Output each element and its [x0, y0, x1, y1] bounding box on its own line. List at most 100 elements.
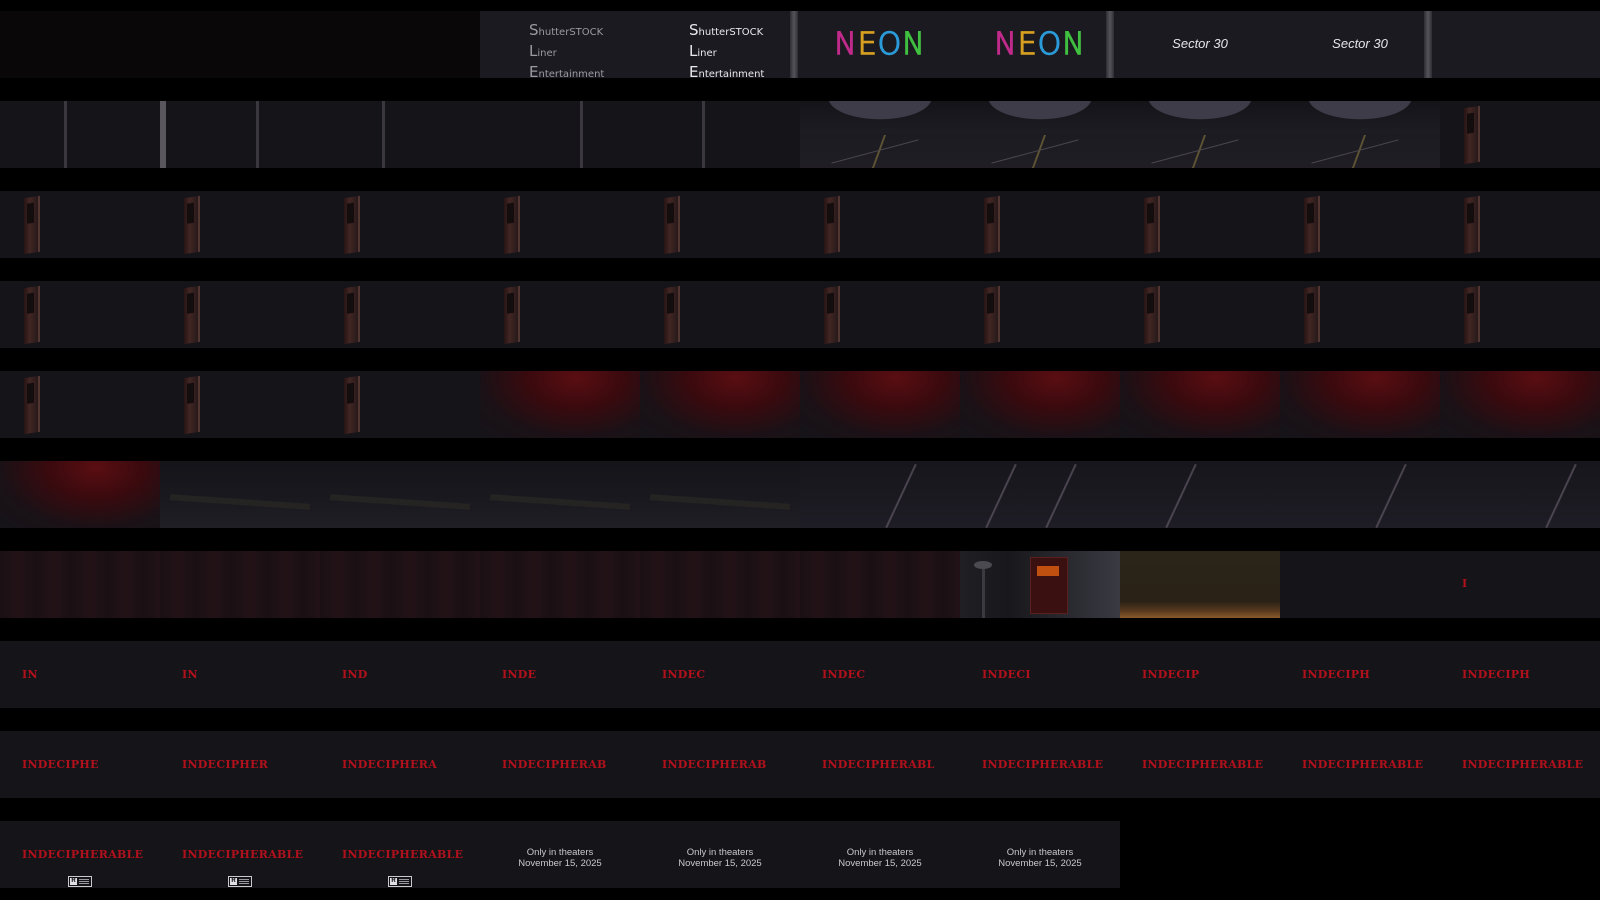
- frame-title: INDECIPHERABLE: [960, 731, 1120, 798]
- frame-door: [0, 281, 160, 348]
- release-text: Only in theaters November 15, 2025: [998, 847, 1082, 869]
- sector-logo: Sector 30: [1332, 36, 1388, 51]
- frame-door: [1280, 281, 1440, 348]
- frame-seats: [640, 461, 800, 528]
- frame-door: [640, 191, 800, 258]
- frame-door: [1440, 101, 1600, 168]
- neon-logo: NEON: [994, 26, 1086, 62]
- title-text: INDECIPHERABLE: [1302, 758, 1424, 771]
- frame-title: IND: [320, 641, 480, 708]
- frame-curtain: [640, 551, 800, 618]
- frame-sector-logo: Sector 30: [1280, 11, 1440, 78]
- frame-curtain: [320, 551, 480, 618]
- frame-door: [480, 191, 640, 258]
- title-text: INDECIPHERABLE: [342, 848, 464, 861]
- frame-seats: [480, 461, 640, 528]
- frame-shutterstock-logo: ShutterSTOCK Liner Entertainment: [480, 11, 640, 78]
- frame-title-rated: INDECIPHERABLE R: [160, 821, 320, 888]
- frame-door: [1120, 191, 1280, 258]
- frame-empty: [1440, 11, 1600, 78]
- frame-title-mark: I: [1440, 551, 1600, 618]
- frame-door: [320, 191, 480, 258]
- frame-title: INDECIPHERA: [320, 731, 480, 798]
- title-text: INDECIPHE: [22, 758, 99, 771]
- frame-title: INDECIPHERAB: [480, 731, 640, 798]
- title-text: INDECIPH: [1462, 668, 1531, 681]
- frame-seats: [320, 461, 480, 528]
- frame-neon-logo: NEON: [960, 11, 1120, 78]
- frame-door: [960, 191, 1120, 258]
- title-text: INDE: [502, 668, 537, 681]
- frame-release-date: Only in theaters November 15, 2025: [640, 821, 800, 888]
- frame-diagonal: [1280, 461, 1440, 528]
- frame-seats: [160, 461, 320, 528]
- frame-release-date: Only in theaters November 15, 2025: [800, 821, 960, 888]
- title-mark: I: [1462, 577, 1468, 590]
- frame-title-rated: INDECIPHERABLE R: [320, 821, 480, 888]
- rating-badge: R: [228, 876, 252, 887]
- divider-bar: [1106, 11, 1114, 78]
- frame-door: [1440, 281, 1600, 348]
- title-text: INDECIPHERA: [342, 758, 438, 771]
- strip-row-8: IN IN IND INDE INDEC INDEC INDECI INDECI…: [0, 641, 1600, 708]
- frame-title: INDEC: [800, 641, 960, 708]
- sector-logo: Sector 30: [1172, 36, 1228, 51]
- frame-door: [0, 371, 160, 438]
- frame-dark: [0, 101, 160, 168]
- frame-road: [1120, 101, 1280, 168]
- title-text: INDECI: [982, 668, 1031, 681]
- frame-door: [320, 371, 480, 438]
- frame-road: [960, 101, 1120, 168]
- frame-red-blur: [0, 461, 160, 528]
- title-text: INDECIPHERABLE: [982, 758, 1104, 771]
- strip-row-5: [0, 371, 1600, 438]
- frame-diagonal: [800, 461, 960, 528]
- frame-lamp-room: [960, 551, 1120, 618]
- frame-sector-logo: Sector 30: [1120, 11, 1280, 78]
- frame-title: INDECIPHERABL: [800, 731, 960, 798]
- strip-row-3: [0, 191, 1600, 258]
- title-text: INDECIPHERABLE: [1462, 758, 1584, 771]
- frame-shutterstock-logo-bright: ShutterSTOCK Liner Entertainment: [640, 11, 800, 78]
- frame-door: [480, 281, 640, 348]
- title-text: INDECIP: [1142, 668, 1200, 681]
- frame-title: INDECIPHER: [160, 731, 320, 798]
- frame-title-rated: INDECIPHERABLE R: [0, 821, 160, 888]
- release-text: Only in theaters November 15, 2025: [518, 847, 602, 869]
- strip-row-7: I: [0, 551, 1600, 618]
- divider-bar: [1424, 11, 1432, 78]
- frame-door: [640, 281, 800, 348]
- frame-door: [160, 281, 320, 348]
- title-text: INDECIPHERABLE: [22, 848, 144, 861]
- title-text: INDECIPHERAB: [662, 758, 767, 771]
- frame-title: IN: [160, 641, 320, 708]
- frame-door: [800, 191, 960, 258]
- frame-door: [800, 281, 960, 348]
- frame-red-blur: [1440, 371, 1600, 438]
- title-text: INDECIPH: [1302, 668, 1371, 681]
- neon-logo: NEON: [834, 26, 926, 62]
- frame-dark: [160, 101, 320, 168]
- frame-empty: [320, 11, 480, 78]
- title-text: INDEC: [662, 668, 706, 681]
- frame-title: INDECIP: [1120, 641, 1280, 708]
- rating-badge: R: [68, 876, 92, 887]
- strip-row-6: [0, 461, 1600, 528]
- frame-dark: [480, 101, 640, 168]
- title-text: INDECIPHER: [182, 758, 269, 771]
- frame-title: INDECIPHE: [0, 731, 160, 798]
- title-text: INDEC: [822, 668, 866, 681]
- strip-row-10: INDECIPHERABLE R INDECIPHERABLE R INDECI…: [0, 821, 1600, 888]
- frame-red-blur: [640, 371, 800, 438]
- frame-dark: [640, 101, 800, 168]
- frame-title: INDECIPH: [1280, 641, 1440, 708]
- frame-road: [1280, 101, 1440, 168]
- frame-empty: [1120, 821, 1280, 888]
- frame-title: INDE: [480, 641, 640, 708]
- frame-door: [160, 191, 320, 258]
- frame-door: [1440, 191, 1600, 258]
- shutterstock-logo: ShutterSTOCK Liner Entertainment: [689, 21, 765, 78]
- frame-red-blur: [960, 371, 1120, 438]
- strip-row-1: ShutterSTOCK Liner Entertainment Shutter…: [0, 11, 1600, 78]
- frame-title: INDEC: [640, 641, 800, 708]
